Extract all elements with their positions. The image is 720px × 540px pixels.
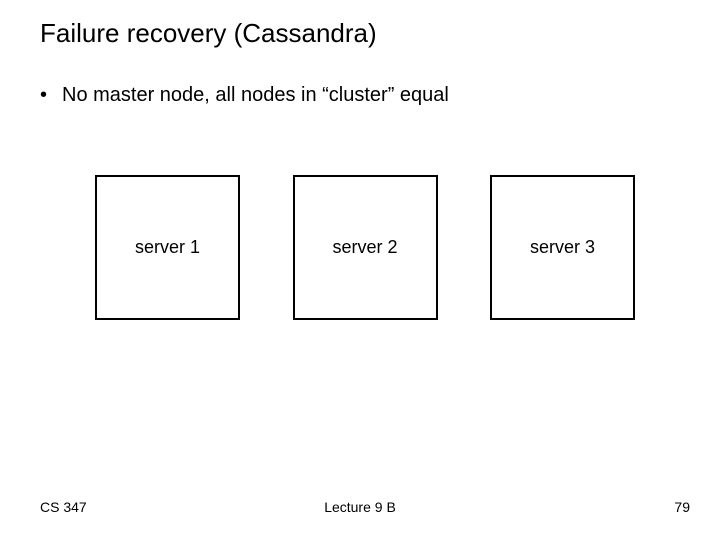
server-box-3: server 3 bbox=[490, 175, 635, 320]
server-label: server 1 bbox=[135, 237, 200, 258]
server-box-1: server 1 bbox=[95, 175, 240, 320]
footer-page-number: 79 bbox=[674, 499, 690, 515]
server-box-2: server 2 bbox=[293, 175, 438, 320]
bullet-marker: • bbox=[40, 82, 62, 108]
server-label: server 3 bbox=[530, 237, 595, 258]
server-label: server 2 bbox=[332, 237, 397, 258]
page-title: Failure recovery (Cassandra) bbox=[40, 18, 377, 49]
footer-lecture: Lecture 9 B bbox=[0, 499, 720, 515]
bullet-text: No master node, all nodes in “cluster” e… bbox=[62, 82, 449, 108]
slide: Failure recovery (Cassandra) • No master… bbox=[0, 0, 720, 540]
server-diagram: server 1 server 2 server 3 bbox=[95, 175, 635, 320]
bullet-item: • No master node, all nodes in “cluster”… bbox=[40, 82, 449, 108]
